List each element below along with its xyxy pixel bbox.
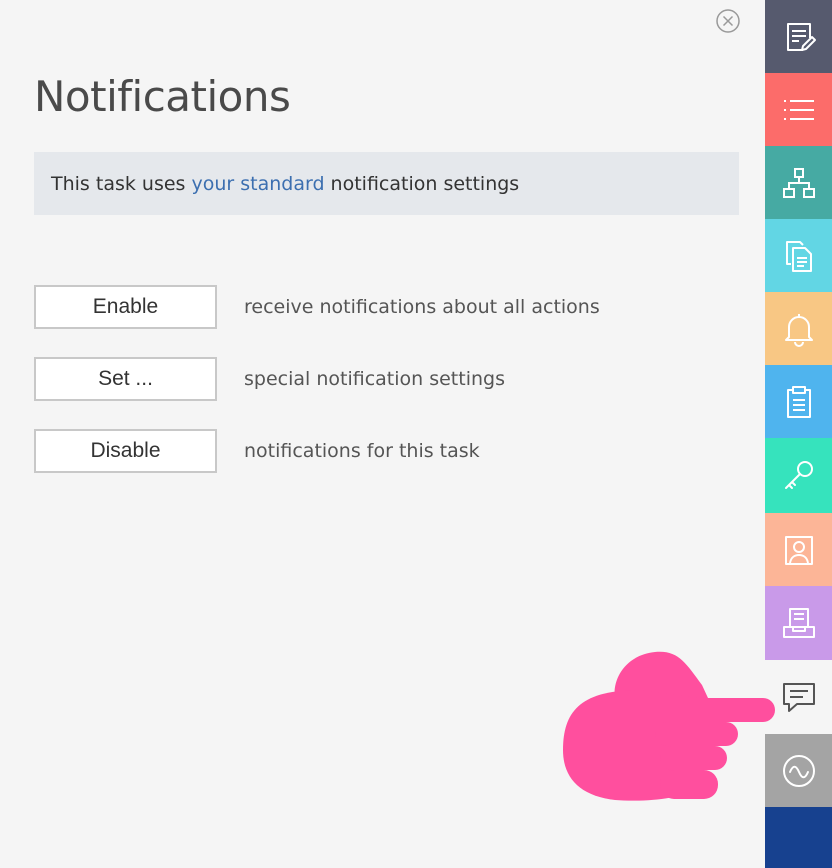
hierarchy-icon xyxy=(782,167,815,198)
tab-hierarchy[interactable] xyxy=(765,146,832,219)
tab-clipboard[interactable] xyxy=(765,365,832,438)
tab-notifications[interactable] xyxy=(765,292,832,365)
tab-extra[interactable] xyxy=(765,807,832,868)
close-icon[interactable] xyxy=(716,9,740,33)
inbox-tray-icon xyxy=(782,608,815,638)
list-icon xyxy=(783,99,814,120)
clipboard-icon xyxy=(786,385,811,418)
tab-inbox[interactable] xyxy=(765,586,832,660)
documents-icon xyxy=(785,240,812,272)
page-title: Notifications xyxy=(34,72,291,121)
disable-button[interactable]: Disable xyxy=(34,429,217,473)
activity-wave-icon xyxy=(782,754,815,787)
tab-edit[interactable] xyxy=(765,0,832,73)
notification-status-banner: This task uses your standard notificatio… xyxy=(34,152,739,215)
enable-description: receive notifications about all actions xyxy=(244,296,600,318)
disable-description: notifications for this task xyxy=(244,440,480,462)
banner-text-prefix: This task uses xyxy=(51,172,192,195)
tab-key[interactable] xyxy=(765,438,832,513)
bell-icon xyxy=(784,313,813,347)
contact-card-icon xyxy=(784,535,813,565)
set-description: special notification settings xyxy=(244,368,505,390)
banner-text-suffix: notification settings xyxy=(324,172,520,195)
standard-settings-link[interactable]: your standard xyxy=(191,173,324,195)
key-icon xyxy=(784,460,813,489)
enable-button[interactable]: Enable xyxy=(34,285,217,329)
set-button[interactable]: Set ... xyxy=(34,357,217,401)
option-row-disable: Disable notifications for this task xyxy=(34,429,480,473)
option-row-set: Set ... special notification settings xyxy=(34,357,505,401)
tab-documents[interactable] xyxy=(765,219,832,292)
option-row-enable: Enable receive notifications about all a… xyxy=(34,285,600,329)
tab-contacts[interactable] xyxy=(765,513,832,586)
chat-icon xyxy=(782,683,815,712)
tab-list[interactable] xyxy=(765,73,832,146)
pointing-hand-icon xyxy=(563,651,775,801)
edit-document-icon xyxy=(786,22,816,51)
